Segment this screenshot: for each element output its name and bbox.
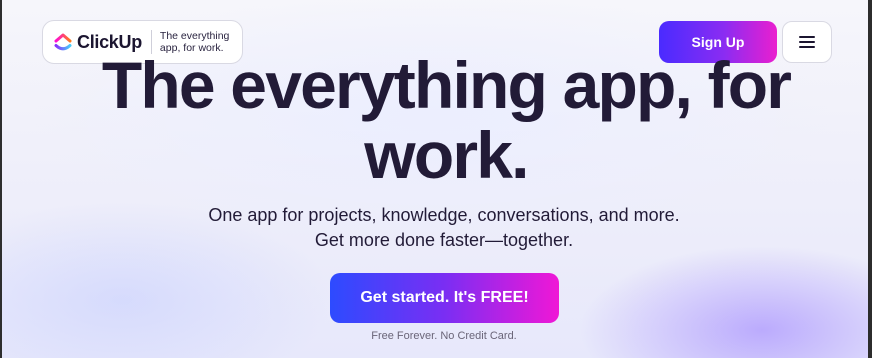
hero-subtitle-line1: One app for projects, knowledge, convers… <box>208 205 680 225</box>
page: ClickUp The everything app, for work. Si… <box>0 0 868 358</box>
hero-subtitle: One app for projects, knowledge, convers… <box>112 203 776 253</box>
window-edge <box>868 0 872 358</box>
logo-tagline-line1: The everything <box>159 30 230 42</box>
fine-print: Free Forever. No Credit Card. <box>371 330 517 342</box>
page-title-line1: The everything app, for <box>101 48 792 122</box>
clickup-logo-icon <box>54 33 72 51</box>
page-title: The everything app, for work. <box>92 50 800 190</box>
get-started-button[interactable]: Get started. It's FREE! <box>330 273 559 323</box>
hamburger-menu-icon <box>799 33 815 51</box>
page-title-line2: work. <box>364 118 529 192</box>
hero-subtitle-line2: Get more done faster—together. <box>314 230 574 250</box>
